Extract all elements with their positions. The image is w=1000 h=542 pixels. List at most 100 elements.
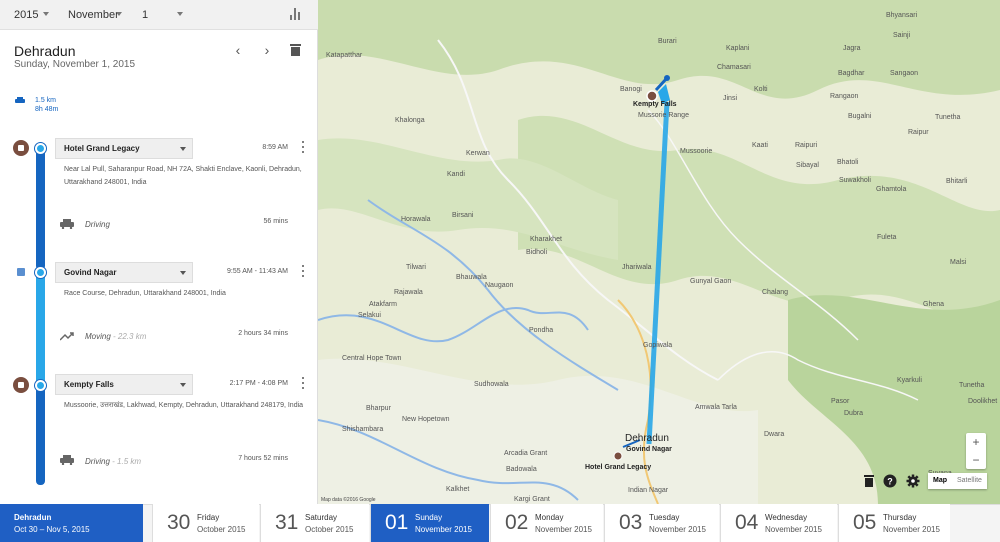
help-icon[interactable]: ? [883, 474, 897, 488]
chevron-down-icon [180, 383, 186, 387]
map-place-label: Bharpur [366, 405, 391, 412]
map-place-label: Sainji [893, 32, 911, 39]
day-tile[interactable]: 30 Friday October 2015 [152, 504, 259, 542]
trend-icon [60, 332, 74, 341]
map-place-label: Kyarkuli [897, 377, 922, 384]
day-name: Wednesday [765, 513, 808, 522]
day-number: 02 [505, 511, 529, 534]
more-vert-icon[interactable] [301, 141, 305, 153]
day-tile[interactable]: 04 Wednesday November 2015 [720, 504, 837, 542]
day-name: Thursday [883, 513, 917, 522]
page-title: Dehradun [14, 43, 76, 59]
map-place-label: Bugalni [848, 113, 872, 120]
day-select[interactable]: 1 [142, 0, 186, 30]
map-place-label: Dwara [764, 431, 785, 438]
day-month: November 2015 [649, 525, 706, 534]
map-place-label: Sangaon [890, 70, 919, 77]
day-name: Sunday [415, 513, 443, 522]
bar-chart-icon[interactable] [290, 8, 302, 20]
place-select-govind-nagar[interactable]: Govind Nagar [55, 262, 193, 283]
map-pin-label: Kempty Falls [633, 101, 677, 108]
map-place-label: Atakfarm [369, 301, 398, 308]
day-tile[interactable]: 05 Thursday November 2015 [838, 504, 950, 542]
map-pin-label: Govind Nagar [626, 446, 672, 453]
map-place-label: Ghena [923, 301, 945, 308]
chevron-left-icon[interactable]: ‹ [230, 42, 246, 58]
day-number: 04 [735, 511, 759, 534]
map-place-label: Birsani [452, 212, 474, 219]
day-tile[interactable]: 31 Saturday October 2015 [260, 504, 369, 542]
map-place-label: Bhyansari [886, 12, 918, 19]
day-month: November 2015 [765, 525, 822, 534]
chevron-right-icon[interactable]: › [259, 42, 275, 58]
day-tile[interactable]: 02 Monday November 2015 [490, 504, 603, 542]
map-place-label: Bhitarli [946, 178, 968, 185]
total-distance: 1.5 km [35, 97, 57, 104]
map-type-map[interactable]: Map [928, 473, 952, 489]
trash-icon[interactable] [290, 44, 301, 56]
map-place-label: Pondha [529, 327, 554, 334]
map-type-satellite[interactable]: Satellite [952, 473, 987, 489]
zoom-control: + − [966, 433, 986, 469]
car-icon [60, 455, 74, 465]
timeline-node [35, 267, 46, 278]
timeline-node [35, 143, 46, 154]
map-place-label: Rajawala [394, 289, 423, 296]
day-month: November 2015 [535, 525, 592, 534]
day-name: Tuesday [649, 513, 680, 522]
map-view[interactable]: Bhyansari Sainji Burari Kaplani Jagra Chamasa… [318, 0, 1000, 504]
year-select[interactable]: 2015 [14, 0, 54, 30]
day-number: 30 [167, 511, 191, 534]
map-place-label: Kerwan [466, 150, 490, 157]
car-icon [15, 97, 25, 103]
day-month: October 2015 [197, 525, 246, 534]
map-place-label: Kandi [447, 171, 465, 178]
city-label: Dehradun [625, 433, 669, 444]
place-address: Race Course, Dehradun, Uttarakhand 24800… [64, 290, 226, 297]
zoom-out-button[interactable]: − [966, 451, 986, 469]
more-vert-icon[interactable] [301, 377, 305, 389]
activity-label: Driving - 1.5 km [85, 457, 142, 466]
map-place-label: Malsi [950, 259, 967, 266]
map-place-label: Mussoorie [680, 148, 713, 155]
place-time: 9:55 AM - 11:43 AM [227, 268, 288, 275]
map-place-label: Kolti [754, 86, 768, 93]
day-name: Saturday [305, 513, 338, 522]
day-tile[interactable]: 03 Tuesday November 2015 [604, 504, 719, 542]
map-place-label: Burari [658, 38, 677, 45]
map-place-label: Raipur [908, 129, 929, 136]
map-place-label: Gopiwala [643, 342, 673, 349]
map-place-label: Bhauwala [456, 274, 487, 281]
place-select-kempty-falls[interactable]: Kempty Falls [55, 374, 193, 395]
day-name: Monday [535, 513, 564, 522]
day-number: 03 [619, 511, 643, 534]
activity-duration: 56 mins [263, 218, 288, 225]
map-place-label: Jhariwala [622, 264, 652, 271]
date-range-summary[interactable]: Dehradun Oct 30 – Nov 5, 2015 [0, 504, 143, 542]
month-select[interactable]: November [68, 0, 128, 30]
map-place-label: Suwakholi [839, 177, 871, 184]
map-place-label: New Hopetown [402, 416, 450, 423]
activity-label: Driving [85, 220, 110, 229]
day-number: 31 [275, 511, 299, 534]
chevron-down-icon [116, 12, 122, 16]
map-place-label: Doolikhet [968, 398, 998, 405]
day-tile[interactable]: 01 Sunday November 2015 [370, 504, 489, 542]
trash-icon[interactable] [862, 474, 876, 488]
map-place-label: Gunyal Gaon [690, 278, 732, 285]
map-place-label: Sibayal [796, 162, 819, 169]
gear-icon[interactable] [906, 474, 920, 488]
svg-text:?: ? [887, 477, 893, 487]
activity-duration: 7 hours 52 mins [238, 455, 288, 462]
chevron-down-icon [180, 271, 186, 275]
map-place-label: Kargi Grant [514, 496, 550, 503]
map-place-label: Kaplani [726, 45, 750, 52]
timeline-panel: 2015 November 1 Dehradun Sunday, Novembe… [0, 0, 318, 504]
map-place-label: Tunetha [935, 114, 961, 121]
place-select-hotel-grand-legacy[interactable]: Hotel Grand Legacy [55, 138, 193, 159]
more-vert-icon[interactable] [301, 265, 305, 277]
place-marker-icon [13, 377, 29, 393]
chevron-down-icon [177, 12, 183, 16]
map-place-label: Banogi [620, 86, 642, 93]
zoom-in-button[interactable]: + [966, 433, 986, 451]
